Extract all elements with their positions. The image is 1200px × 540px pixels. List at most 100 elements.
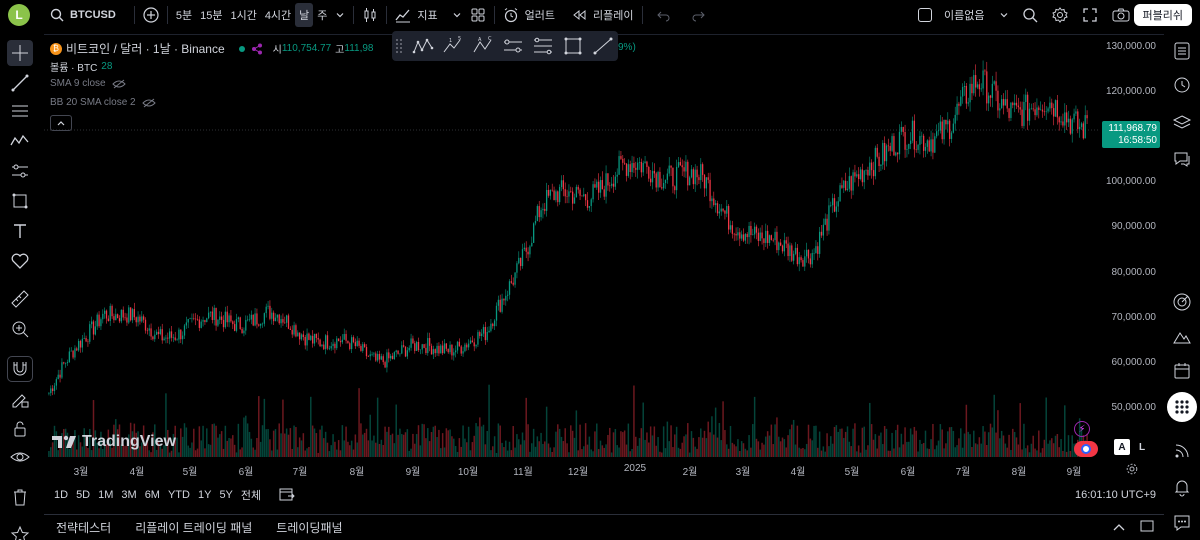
interval-1h[interactable]: 1시간 [226,3,260,27]
volume-bar [909,428,912,457]
templates-button[interactable] [466,3,490,27]
text-tool[interactable] [7,218,33,244]
measure-tool[interactable] [7,286,33,312]
eye-off-icon[interactable] [111,79,126,89]
compare-symbol-button[interactable] [139,3,163,27]
volume-bar [993,394,995,457]
elliott-wave-tool[interactable]: 15 [438,33,468,59]
collapse-legend-button[interactable] [50,115,72,131]
favorites-tool[interactable] [7,248,33,274]
settings-button[interactable] [1048,3,1072,27]
streams-button[interactable] [1169,438,1195,464]
chart-pane[interactable]: 130,000.00 120,000.00 100,000.00 90,000.… [44,34,1164,480]
expand-panel-button[interactable] [1112,521,1126,535]
alert-button[interactable]: 얼러트 [499,3,559,27]
auto-scale-button[interactable]: A [1114,439,1130,455]
object-tree-button[interactable] [1169,110,1195,136]
maximize-panel-button[interactable] [1140,520,1154,535]
snapshot-button[interactable] [1108,3,1134,27]
lightning-icon[interactable]: ⚡ [1074,421,1090,437]
multi-layout-checkbox[interactable] [914,3,936,27]
pattern-tool[interactable] [7,128,33,154]
trend-line-tool[interactable] [588,33,618,59]
volume-legend[interactable]: 볼륨 · BTC 28 [50,59,112,74]
user-avatar[interactable]: L [8,4,30,26]
calendar-button[interactable] [1169,358,1195,384]
watchlist-star-button[interactable] [7,522,33,540]
forecast-tool[interactable] [7,158,33,184]
range-3m[interactable]: 3M [117,489,140,501]
products-button[interactable] [1167,392,1197,422]
interval-4h[interactable]: 4시간 [261,3,295,27]
chart-type-button[interactable] [358,3,382,27]
fib-retracement-tool[interactable] [528,33,558,59]
crosshair-tool[interactable] [7,40,33,66]
undo-button[interactable] [653,3,675,27]
publish-button[interactable]: 퍼블리쉬 [1133,4,1192,26]
log-scale-button[interactable]: L [1134,439,1150,455]
range-ytd[interactable]: YTD [164,489,194,501]
candle-body [319,339,321,347]
quick-search-button[interactable] [1018,3,1042,27]
interval-dropdown[interactable] [331,3,349,27]
trend-line-tool[interactable] [7,70,33,96]
volume-bar [386,431,388,457]
screener-button[interactable] [1169,289,1195,315]
price-chart[interactable] [44,35,1099,459]
range-1d[interactable]: 1D [50,489,72,501]
trend-line-icon [593,37,613,55]
tab-replay-trading[interactable]: 리플레이 트레이딩 패널 [123,519,264,536]
candle-body [350,337,353,350]
eye-off-icon[interactable] [141,98,156,108]
bb-legend[interactable]: BB 20 SMA close 2 [50,97,156,108]
rectangle-tool[interactable] [558,33,588,59]
interval-5m[interactable]: 5분 [172,3,196,27]
economic-events-icon[interactable] [1074,441,1098,457]
alerts-panel-button[interactable] [1169,72,1195,98]
candle-body [573,197,576,204]
replay-button[interactable]: 리플레이 [567,3,637,27]
hide-drawings-button[interactable] [7,444,33,470]
redo-button[interactable] [687,3,709,27]
layout-dropdown[interactable] [995,3,1013,27]
interval-15m[interactable]: 15분 [196,3,226,27]
ideas-button[interactable] [1169,324,1195,350]
range-6m[interactable]: 6M [141,489,164,501]
parallel-channel-tool[interactable] [498,33,528,59]
symbol-legend[interactable]: ₿ 비트코인 / 달러 · 1날 · Binance 시 110,754.77 … [50,40,373,57]
range-5d[interactable]: 5D [72,489,94,501]
drag-handle-icon[interactable] [396,39,402,53]
chats-button[interactable] [1169,146,1195,172]
timezone-clock[interactable]: 16:01:10 UTC+9 [1075,489,1156,501]
indicators-dropdown[interactable] [448,3,466,27]
layout-name[interactable]: 이름없음 [940,3,988,27]
range-all[interactable]: 전체 [237,487,265,503]
range-1y[interactable]: 1Y [194,489,215,501]
notifications-button[interactable] [1169,474,1195,500]
range-1m[interactable]: 1M [94,489,117,501]
abc-pattern-tool[interactable]: AC [468,33,498,59]
candle-body [562,180,565,190]
goto-date-button[interactable] [275,487,299,504]
magnet-mode-button[interactable] [7,356,33,382]
help-button[interactable] [1169,510,1195,536]
symbol-search-button[interactable]: BTCUSD [46,3,120,27]
price-scale[interactable]: 130,000.00 120,000.00 100,000.00 90,000.… [1099,35,1164,459]
indicators-button[interactable]: 지표 [391,3,441,27]
xabcd-pattern-tool[interactable] [408,33,438,59]
axis-settings-button[interactable] [1126,463,1138,478]
interval-1w[interactable]: 주 [313,3,331,27]
lock-drawings-button[interactable] [7,416,33,442]
range-5y[interactable]: 5Y [215,489,236,501]
draw-mode-button[interactable] [7,386,33,412]
tab-strategy-tester[interactable]: 전략테스터 [44,519,123,536]
watchlist-button[interactable] [1169,38,1195,64]
fullscreen-button[interactable] [1078,3,1102,27]
horizontal-lines-tool[interactable] [7,98,33,124]
remove-drawings-button[interactable] [7,484,33,510]
shapes-tool[interactable] [7,188,33,214]
sma-legend[interactable]: SMA 9 close [50,78,126,89]
zoom-in-tool[interactable] [7,316,33,342]
interval-1d[interactable]: 날 [295,3,314,27]
tab-trading-panel[interactable]: 트레이딩패널 [264,519,354,536]
